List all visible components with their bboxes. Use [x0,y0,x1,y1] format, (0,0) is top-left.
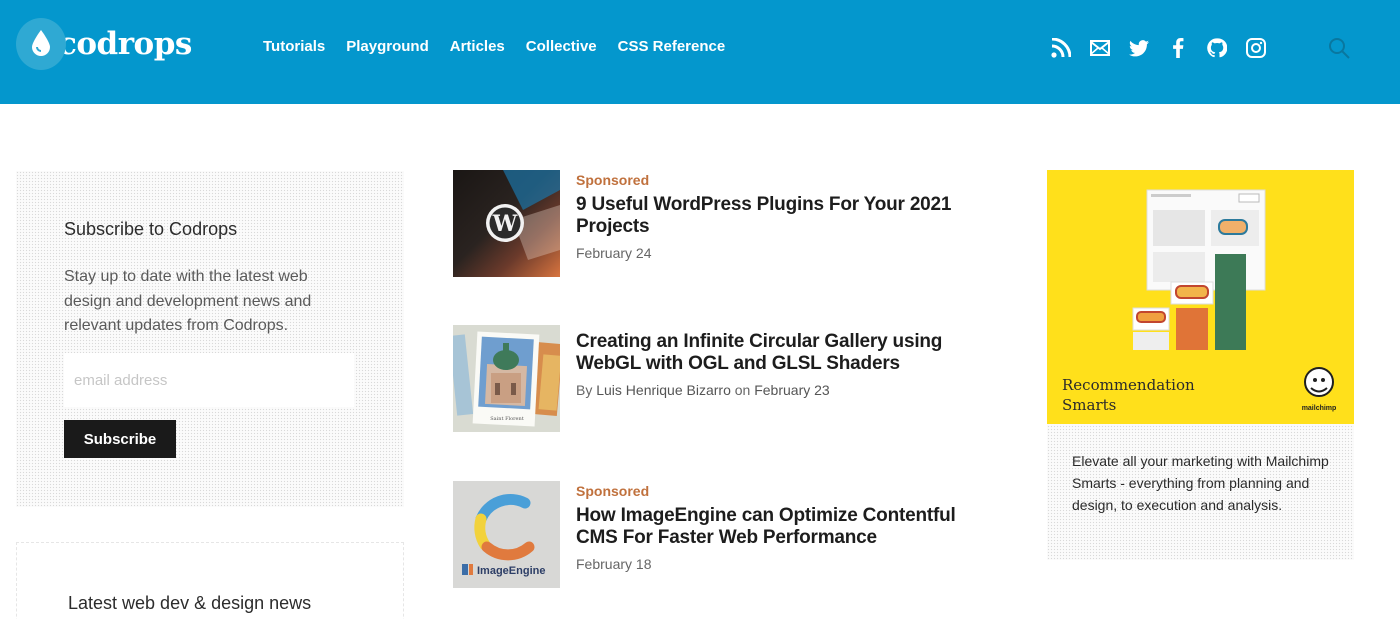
site-header: codrops Tutorials Playground Articles Co… [0,0,1400,104]
article-date: February 24 [576,245,652,261]
article-item: ImageEngine Sponsored How ImageEngine ca… [453,481,1013,589]
subscribe-description: Stay up to date with the latest web desi… [64,268,312,334]
article-item: W Sponsored 9 Useful WordPress Plugins F… [453,170,1013,278]
byline-on: on [734,382,751,398]
article-item: Saint Florent Creating an Infinite Circu… [453,325,1013,433]
article-thumbnail[interactable]: Saint Florent [453,325,560,432]
article-title[interactable]: 9 Useful WordPress Plugins For Your 2021… [576,194,976,237]
mail-icon[interactable] [1089,37,1111,59]
nav-articles[interactable]: Articles [450,38,505,55]
droplet-icon [16,18,66,70]
instagram-icon[interactable] [1245,37,1267,59]
search-icon[interactable] [1328,37,1350,59]
article-title[interactable]: Creating an Infinite Circular Gallery us… [576,331,976,374]
nav-css-reference[interactable]: CSS Reference [618,38,726,55]
sponsor-ad[interactable]: mailchimp Recommendation Smarts Elevate … [1047,170,1354,560]
thumbnail-caption: Saint Florent [490,416,523,422]
nav-tutorials[interactable]: Tutorials [263,38,325,55]
ad-banner[interactable]: mailchimp Recommendation Smarts [1047,170,1354,424]
svg-text:W: W [492,211,518,237]
email-field[interactable] [64,353,354,407]
nav-collective[interactable]: Collective [526,38,597,55]
article-date: February 23 [754,382,830,398]
social-links [1050,37,1284,59]
article-date: February 18 [576,556,652,572]
news-heading: Latest web dev & design news [68,593,312,613]
codrops-logo[interactable]: codrops [16,18,192,70]
article-thumbnail[interactable]: W [453,170,560,277]
article-title[interactable]: How ImageEngine can Optimize Contentful … [576,505,976,548]
subscribe-button[interactable]: Subscribe [64,420,176,458]
ad-description[interactable]: Elevate all your marketing with Mailchim… [1072,450,1342,516]
byline-by: By [576,382,593,398]
imageengine-logo: ImageEngine [462,494,545,577]
sponsored-label: Sponsored [576,172,650,188]
author-link[interactable]: Luis Henrique Bizarro [596,382,731,398]
mailchimp-brand: mailchimp [1302,405,1337,412]
ad-title: Recommendation Smarts [1062,376,1195,414]
github-icon[interactable] [1206,37,1228,59]
sponsored-label: Sponsored [576,483,650,499]
news-widget: Latest web dev & design news [16,542,404,619]
article-byline: By Luis Henrique Bizarro on February 23 [576,382,976,398]
facebook-icon[interactable] [1167,37,1189,59]
rss-icon[interactable] [1050,37,1072,59]
nav-playground[interactable]: Playground [346,38,429,55]
thumbnail-brand: ImageEngine [477,565,545,577]
wordpress-icon: W [486,170,560,260]
subscribe-widget: Subscribe to Codrops Stay up to date wit… [16,171,404,507]
main-nav: Tutorials Playground Articles Collective… [263,38,746,55]
logo-text: codrops [58,26,192,62]
subscribe-heading: Subscribe to Codrops [64,219,238,239]
twitter-icon[interactable] [1128,37,1150,59]
gallery-thumbnail-art: Saint Florent [453,331,560,427]
article-thumbnail[interactable]: ImageEngine [453,481,560,588]
